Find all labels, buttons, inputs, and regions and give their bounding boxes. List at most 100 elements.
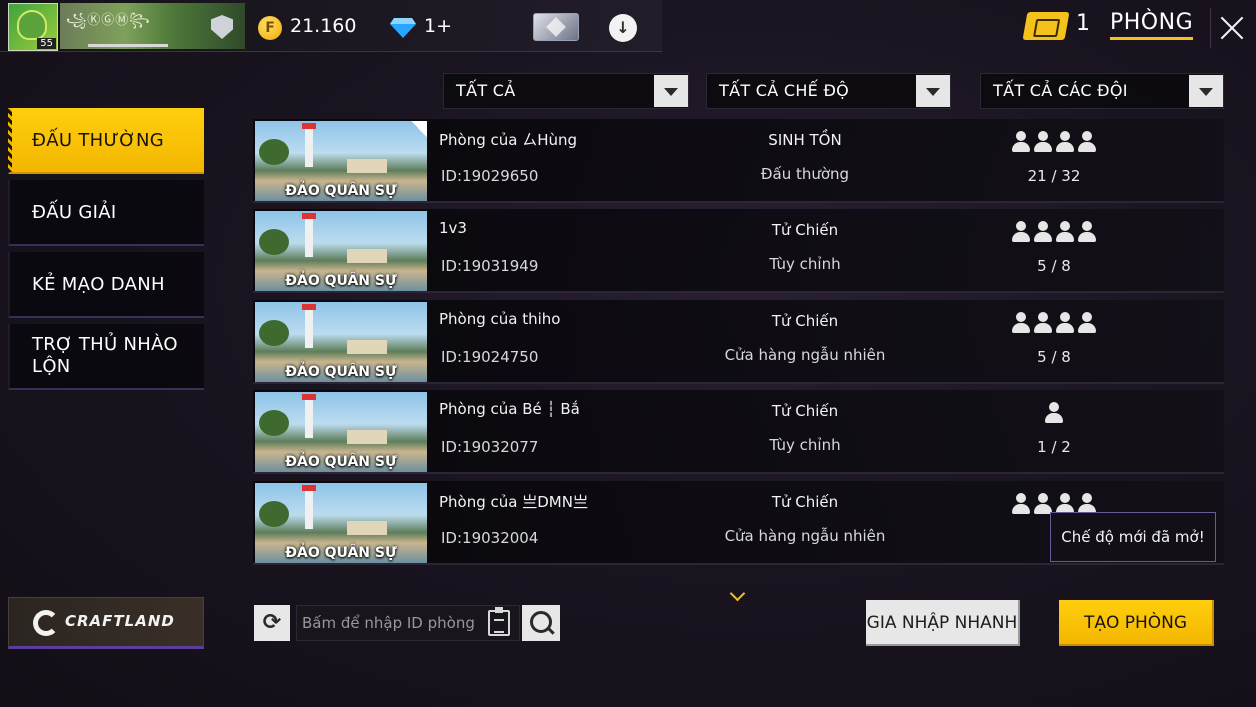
room-row[interactable]: ĐẢO QUÂN SỰ 1v3 ID:19031949 Tử Chiến Tùy…: [253, 209, 1224, 293]
craftland-button[interactable]: CRAFTLAND: [8, 597, 204, 649]
gold-coin-value: 21.160: [290, 15, 357, 37]
player-count: 1 / 2: [1037, 438, 1071, 456]
player-icons: [993, 312, 1115, 334]
palm-tree-icon: [259, 229, 289, 255]
tab-tro-thu-nhao-lon[interactable]: TRỢ THỦ NHÀO LỘN: [8, 324, 204, 390]
building-icon: [347, 159, 387, 173]
room-name: Phòng của 亗DMN亗: [439, 493, 588, 511]
corner-flag-icon: [411, 121, 427, 137]
map-name: ĐẢO QUÂN SỰ: [285, 454, 397, 470]
avatar-face-icon: [17, 10, 47, 40]
gold-coin-icon: F: [258, 16, 282, 40]
palm-tree-icon: [259, 501, 289, 527]
room-row[interactable]: ĐẢO QUÂN SỰ Phòng của ㄙHùng ID:19029650 …: [253, 119, 1224, 203]
player-icon: [1055, 221, 1075, 243]
player-icon: [1011, 221, 1031, 243]
map-name: ĐẢO QUÂN SỰ: [285, 545, 397, 561]
room-name: Phòng của ㄙHùng: [439, 131, 578, 149]
scroll-down-chevron-icon[interactable]: [729, 588, 747, 600]
player-icon: [1044, 402, 1064, 424]
room-mode: Tử Chiến: [771, 402, 839, 420]
room-card-icon: [1022, 12, 1070, 40]
room-name: Phòng của thiho: [439, 310, 561, 328]
room-id: ID:19032077: [441, 438, 539, 456]
exp-bar: [88, 44, 168, 47]
room-id: ID:19029650: [441, 167, 539, 185]
player-count: 5 / 8: [1037, 257, 1071, 275]
chevron-down-icon[interactable]: [916, 75, 950, 107]
room-row[interactable]: ĐẢO QUÂN SỰ Phòng của Bé ┆ Bắ ID:1903207…: [253, 390, 1224, 474]
player-icon: [1033, 131, 1053, 153]
elite-pass-icon[interactable]: [533, 13, 579, 41]
map-name: ĐẢO QUÂN SỰ: [285, 273, 397, 289]
tab-label: TRỢ THỦ NHÀO LỘN: [32, 334, 178, 377]
filter-mode-label: TẤT CẢ CHẾ ĐỘ: [719, 81, 850, 100]
building-icon: [347, 521, 387, 535]
player-icons: [993, 221, 1115, 243]
room-id: ID:19032004: [441, 529, 539, 547]
room-id: ID:19031949: [441, 257, 539, 275]
refresh-icon[interactable]: ⟳: [254, 605, 290, 641]
room-mode: Tử Chiến: [771, 493, 839, 511]
map-name: ĐẢO QUÂN SỰ: [285, 364, 397, 380]
room-row[interactable]: ĐẢO QUÂN SỰ Phòng của thiho ID:19024750 …: [253, 300, 1224, 384]
player-icon: [1011, 493, 1031, 515]
player-icon: [1033, 312, 1053, 334]
lighthouse-icon: [302, 213, 316, 257]
quick-join-button[interactable]: GIA NHẬP NHANH: [866, 600, 1020, 646]
tab-ke-mao-danh[interactable]: KẺ MẠO DANH: [8, 252, 204, 318]
avatar[interactable]: 55: [8, 3, 58, 51]
profile-banner[interactable]: ꧁ⓀⒼⓂ꧂: [60, 3, 245, 49]
room-name: Phòng của Bé ┆ Bắ: [439, 400, 580, 418]
tab-dau-giai[interactable]: ĐẤU GIẢI: [8, 180, 204, 246]
room-mode: SINH TỒN: [768, 131, 842, 149]
room-type: Đấu thường: [760, 165, 850, 183]
clan-tag: ꧁ⓀⒼⓂ꧂: [66, 13, 151, 28]
lighthouse-icon: [302, 123, 316, 167]
building-icon: [347, 340, 387, 354]
cloud-download-icon[interactable]: ↓: [609, 14, 637, 42]
paste-icon[interactable]: [488, 607, 510, 636]
map-thumbnail: ĐẢO QUÂN SỰ: [255, 121, 427, 201]
filter-team-dropdown[interactable]: TẤT CẢ CÁC ĐỘI: [980, 73, 1224, 109]
building-icon: [347, 249, 387, 263]
map-thumbnail: ĐẢO QUÂN SỰ: [255, 392, 427, 472]
player-icon: [1055, 312, 1075, 334]
room-mode: Tử Chiến: [771, 312, 839, 330]
close-icon[interactable]: [1210, 8, 1250, 48]
create-room-button[interactable]: TẠO PHÒNG: [1059, 600, 1214, 646]
chevron-down-icon[interactable]: [1189, 75, 1223, 107]
rank-shield-icon: [211, 15, 233, 39]
player-icon: [1033, 221, 1053, 243]
room-id: ID:19024750: [441, 348, 539, 366]
tab-label: KẺ MẠO DANH: [32, 274, 165, 295]
lighthouse-icon: [302, 394, 316, 438]
diamond-icon: [390, 18, 416, 38]
player-icon: [1077, 312, 1097, 334]
tab-dau-thuong[interactable]: ĐẤU THƯỜNG: [8, 108, 204, 174]
lighthouse-icon: [302, 485, 316, 529]
filter-all-dropdown[interactable]: TẤT CẢ: [443, 73, 689, 109]
filter-mode-dropdown[interactable]: TẤT CẢ CHẾ ĐỘ: [706, 73, 951, 109]
craftland-logo-icon: [33, 610, 59, 636]
player-icon: [1011, 131, 1031, 153]
diamond-value[interactable]: 1+: [424, 15, 452, 37]
filter-team-label: TẤT CẢ CÁC ĐỘI: [993, 81, 1128, 100]
room-mode: Tử Chiến: [771, 221, 839, 239]
room-name: 1v3: [439, 219, 467, 237]
page-title: PHÒNG: [1110, 10, 1194, 40]
building-icon: [347, 430, 387, 444]
map-thumbnail: ĐẢO QUÂN SỰ: [255, 483, 427, 563]
filter-all-label: TẤT CẢ: [456, 81, 516, 100]
room-id-input[interactable]: [296, 605, 520, 641]
lighthouse-icon: [302, 304, 316, 348]
map-thumbnail: ĐẢO QUÂN SỰ: [255, 302, 427, 382]
palm-tree-icon: [259, 320, 289, 346]
chevron-down-icon[interactable]: [654, 75, 688, 107]
player-icon: [1077, 131, 1097, 153]
player-count: 5 / 8: [1037, 348, 1071, 366]
room-card-count: 1: [1076, 11, 1090, 36]
room-type: Tùy chỉnh: [769, 436, 841, 454]
map-thumbnail: ĐẢO QUÂN SỰ: [255, 211, 427, 291]
search-icon[interactable]: [522, 605, 560, 641]
